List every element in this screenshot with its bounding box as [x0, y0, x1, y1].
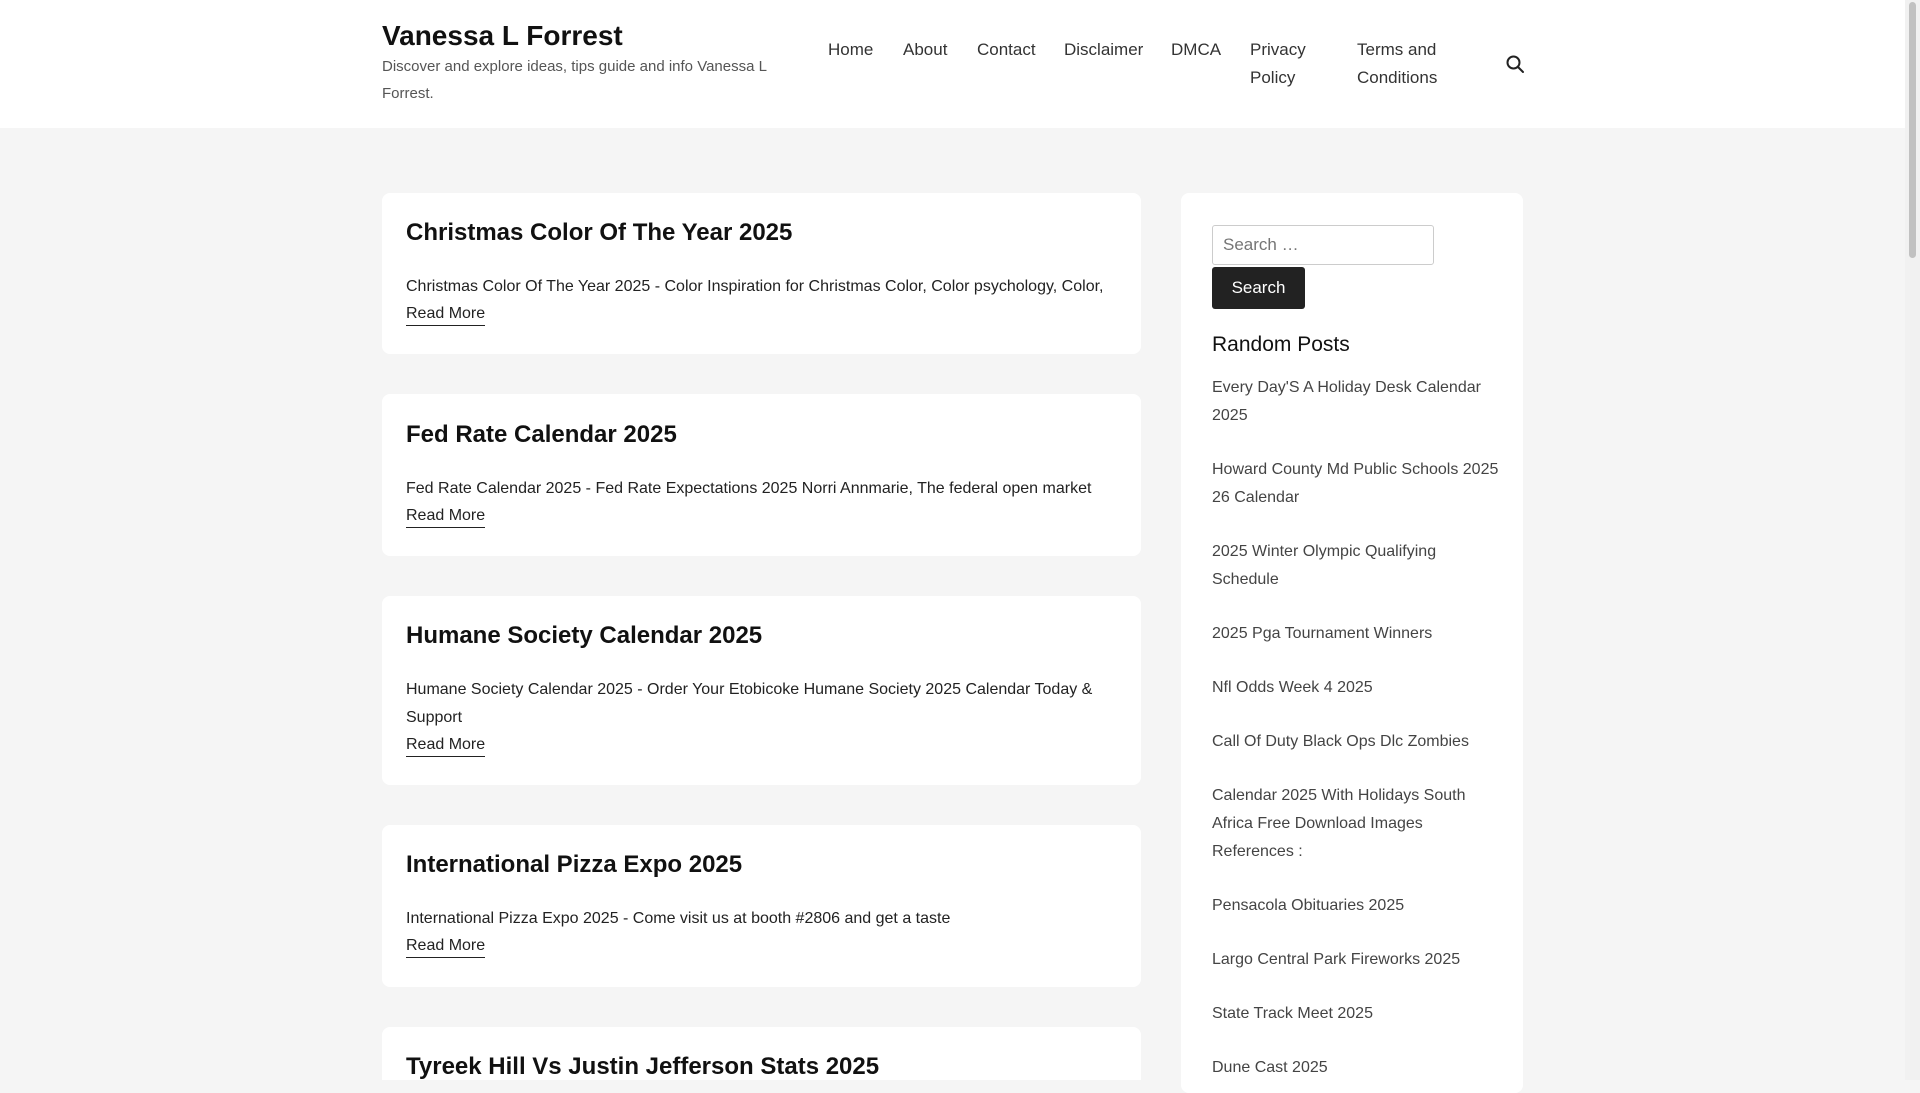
- read-more-link[interactable]: Read More: [406, 935, 486, 958]
- random-post-link[interactable]: Howard County Md Public Schools 2025 26 …: [1212, 456, 1502, 512]
- nav-contact[interactable]: Contact: [977, 36, 1036, 64]
- nav-about[interactable]: About: [903, 36, 947, 64]
- random-post-link[interactable]: Pensacola Obituaries 2025: [1212, 892, 1502, 920]
- page-scrollbar[interactable]: [1905, 0, 1920, 1080]
- widget-title: Random Posts: [1212, 333, 1350, 356]
- random-post-link[interactable]: Largo Central Park Fireworks 2025: [1212, 946, 1502, 974]
- post-excerpt: Fed Rate Calendar 2025 - Fed Rate Expect…: [406, 480, 1092, 497]
- read-more-link[interactable]: Read More: [406, 505, 486, 528]
- site-header: Vanessa L Forrest Discover and explore i…: [0, 0, 1905, 128]
- site-description: Discover and explore ideas, tips guide a…: [382, 58, 767, 102]
- post-excerpt: International Pizza Expo 2025 - Come vis…: [406, 910, 951, 927]
- post-card: Christmas Color Of The Year 2025 Christm…: [382, 193, 1141, 354]
- read-more-link[interactable]: Read More: [406, 303, 486, 326]
- post-title[interactable]: International Pizza Expo 2025: [406, 851, 742, 879]
- search-icon[interactable]: [1505, 54, 1525, 74]
- nav-privacy-policy[interactable]: Privacy Policy: [1250, 36, 1330, 92]
- random-post-link[interactable]: Call Of Duty Black Ops Dlc Zombies: [1212, 728, 1502, 756]
- random-post-link[interactable]: State Track Meet 2025: [1212, 1000, 1502, 1028]
- random-post-link[interactable]: Dune Cast 2025: [1212, 1054, 1502, 1082]
- post-title[interactable]: Christmas Color Of The Year 2025: [406, 219, 792, 247]
- post-card: International Pizza Expo 2025 Internatio…: [382, 825, 1141, 987]
- nav-disclaimer[interactable]: Disclaimer: [1064, 36, 1143, 64]
- post-excerpt: Humane Society Calendar 2025 - Order You…: [406, 681, 1093, 726]
- random-post-link[interactable]: 2025 Pga Tournament Winners: [1212, 620, 1502, 648]
- search-button[interactable]: Search: [1212, 267, 1305, 309]
- post-card: Fed Rate Calendar 2025 Fed Rate Calendar…: [382, 394, 1141, 556]
- random-post-link[interactable]: Nfl Odds Week 4 2025: [1212, 674, 1502, 702]
- post-title[interactable]: Tyreek Hill Vs Justin Jefferson Stats 20…: [406, 1053, 879, 1081]
- nav-terms-and-conditions[interactable]: Terms and Conditions: [1357, 36, 1457, 92]
- read-more-link[interactable]: Read More: [406, 734, 486, 757]
- post-excerpt: Christmas Color Of The Year 2025 - Color…: [406, 278, 1104, 295]
- nav-home[interactable]: Home: [828, 36, 873, 64]
- post-card: Humane Society Calendar 2025 Humane Soci…: [382, 596, 1141, 785]
- random-post-link[interactable]: Calendar 2025 With Holidays South Africa…: [1212, 782, 1502, 866]
- search-input[interactable]: [1212, 225, 1434, 265]
- post-title[interactable]: Fed Rate Calendar 2025: [406, 421, 677, 449]
- sidebar: Search Random Posts Every Day'S A Holida…: [1181, 193, 1523, 1093]
- nav-dmca[interactable]: DMCA: [1171, 36, 1221, 64]
- post-title[interactable]: Humane Society Calendar 2025: [406, 622, 762, 650]
- random-post-link[interactable]: Every Day'S A Holiday Desk Calendar 2025: [1212, 374, 1502, 430]
- scrollbar-thumb[interactable]: [1909, 2, 1916, 258]
- random-post-link[interactable]: 2025 Winter Olympic Qualifying Schedule: [1212, 538, 1502, 594]
- post-card: Tyreek Hill Vs Justin Jefferson Stats 20…: [382, 1027, 1141, 1080]
- site-title[interactable]: Vanessa L Forrest: [382, 20, 623, 52]
